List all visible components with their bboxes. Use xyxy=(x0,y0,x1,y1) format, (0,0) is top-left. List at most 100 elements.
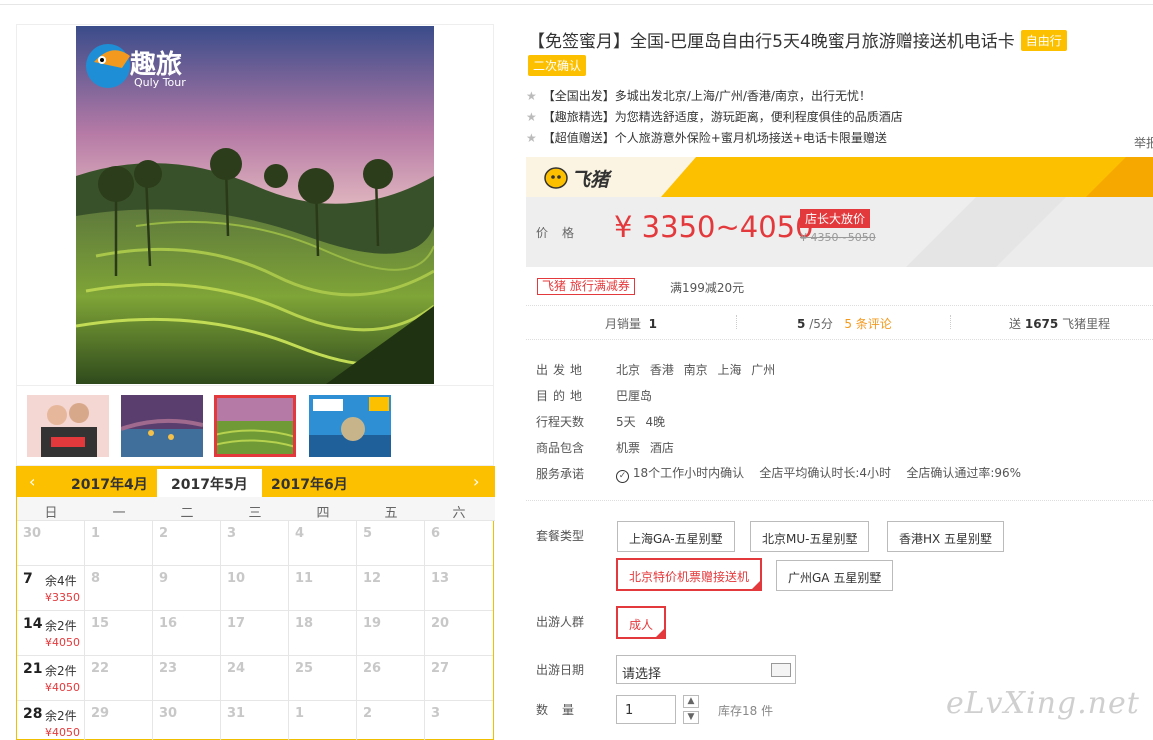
package-label: 套餐类型 xyxy=(536,529,585,543)
day-number: 6 xyxy=(431,526,441,541)
day-price: ¥3350 xyxy=(45,591,80,604)
service-item: 全店平均确认时长:4小时 xyxy=(759,466,892,480)
calendar-day-cell[interactable]: 21 余2件 ¥4050 xyxy=(17,656,85,701)
day-number: 14 xyxy=(23,616,43,632)
package-option-guangzhou-ga[interactable]: 广州GA 五星别墅 xyxy=(776,560,894,591)
calendar-day-cell: 24 xyxy=(221,656,289,701)
rating-suffix: /5分 xyxy=(809,317,833,331)
month-tab-apr[interactable]: 2017年4月 xyxy=(71,474,148,494)
calendar-day-cell: 17 xyxy=(221,611,289,656)
package-option-beijing-special[interactable]: 北京特价机票赠接送机 xyxy=(616,558,763,591)
thumbnail-bali-poster[interactable] xyxy=(309,395,391,457)
fliggy-logo-text: 飞猪 xyxy=(571,169,610,191)
day-number: 31 xyxy=(227,706,246,721)
thumbnail-couple[interactable] xyxy=(27,395,109,457)
calendar-day-cell: 12 xyxy=(357,566,425,611)
day-number: 22 xyxy=(91,661,110,676)
calendar-day-cell: 20 xyxy=(425,611,493,656)
miles-suffix: 飞猪里程 xyxy=(1062,317,1111,331)
weekday-label: 五 xyxy=(384,506,398,521)
day-number: 12 xyxy=(363,571,382,586)
travel-date-input[interactable]: 请选择 xyxy=(616,655,796,684)
day-number: 24 xyxy=(227,661,246,676)
day-number: 17 xyxy=(227,616,246,631)
calendar-day-cell: 26 xyxy=(357,656,425,701)
day-number: 30 xyxy=(159,706,178,721)
feature-key: 【趣旅精选】 xyxy=(542,110,615,124)
calendar-day-cell: 10 xyxy=(221,566,289,611)
day-stock: 余2件 xyxy=(45,664,77,678)
calendar-day-cell[interactable]: 14 余2件 ¥4050 xyxy=(17,611,85,656)
thumbnail-rice-terraces[interactable] xyxy=(214,395,296,457)
day-number: 1 xyxy=(295,706,305,721)
calendar-day-cell: 2 xyxy=(153,521,221,566)
date-label: 出游日期 xyxy=(536,663,585,677)
package-option-shanghai-ga[interactable]: 上海GA-五星别墅 xyxy=(617,521,735,552)
original-price: ¥ 4350~5050 xyxy=(800,231,876,244)
next-month-icon[interactable]: › xyxy=(473,472,479,491)
free-travel-tag: 自由行 xyxy=(1020,30,1067,51)
day-number: 3 xyxy=(431,706,441,721)
day-number: 2 xyxy=(363,706,373,721)
weekday-row: 日一二三四五六 xyxy=(17,497,495,521)
stock-text: 库存18 件 xyxy=(718,704,774,718)
thumbnail-resort-pool[interactable] xyxy=(121,395,203,457)
crowd-label: 出游人群 xyxy=(536,615,585,629)
calendar-day-cell: 31 xyxy=(221,701,289,740)
package-option-beijing-mu[interactable]: 北京MU-五星别墅 xyxy=(750,521,870,552)
day-number: 4 xyxy=(295,526,305,541)
feature-line-3: ★ 【超值赠送】个人旅游意外保险+蜜月机场接送+电话卡限量赠送 xyxy=(526,129,887,146)
quantity-up-icon[interactable]: ▲ xyxy=(683,695,699,708)
includes-value: 机票 酒店 xyxy=(616,441,674,455)
star-icon: ★ xyxy=(526,131,537,145)
quantity-input[interactable]: 1 xyxy=(616,695,676,724)
check-circle-icon: ✓ xyxy=(616,470,629,483)
day-number: 16 xyxy=(159,616,178,631)
weekday-label: 六 xyxy=(452,506,466,521)
coupon-tag[interactable]: 飞猪 旅行满减券 xyxy=(537,278,635,295)
day-number: 28 xyxy=(23,706,43,722)
service-item: 18个工作小时内确认 xyxy=(632,466,745,480)
feature-key: 【超值赠送】 xyxy=(542,131,615,145)
crowd-option-adult[interactable]: 成人 xyxy=(616,606,667,639)
day-stock: 余2件 xyxy=(45,709,77,723)
package-option-hongkong-hx[interactable]: 香港HX 五星别墅 xyxy=(887,521,1005,552)
calendar-day-cell: 4 xyxy=(289,521,357,566)
prev-month-icon[interactable]: ‹ xyxy=(29,472,35,491)
calendar-day-cell: 1 xyxy=(289,701,357,740)
month-tab-jun[interactable]: 2017年6月 xyxy=(271,474,348,494)
destination-label: 目的地 xyxy=(536,389,588,403)
day-number: 21 xyxy=(23,661,43,677)
calendar-day-cell: 18 xyxy=(289,611,357,656)
calendar-day-cell: 2 xyxy=(357,701,425,740)
day-number: 10 xyxy=(227,571,246,586)
miles: 送 1675 飞猪里程 xyxy=(1009,315,1110,332)
calendar-header: ‹ 2017年4月 2017年5月 2017年6月 › xyxy=(17,466,495,497)
report-link[interactable]: 举报 xyxy=(1134,134,1153,151)
day-stock: 余4件 xyxy=(45,574,77,588)
feature-value: 个人旅游意外保险+蜜月机场接送+电话卡限量赠送 xyxy=(614,131,887,145)
calendar-day-cell[interactable]: 28 余2件 ¥4050 xyxy=(17,701,85,740)
month-tab-may[interactable]: 2017年5月 xyxy=(157,469,262,497)
thumbnail-strip xyxy=(16,386,494,466)
departure-value: 北京 香港 南京 上海 广州 xyxy=(616,363,776,377)
service-item: 全店确认通过率:96% xyxy=(906,466,1022,480)
calendar-day-cell: 9 xyxy=(153,566,221,611)
watermark: eLvXing.net xyxy=(946,686,1140,721)
calendar-day-cell: 30 xyxy=(153,701,221,740)
miles-value: 1675 xyxy=(1024,317,1059,331)
feature-value: 多城出发北京/上海/广州/香港/南京，出行无忧！ xyxy=(614,89,871,103)
day-number: 27 xyxy=(431,661,450,676)
day-number: 26 xyxy=(363,661,382,676)
quantity-down-icon[interactable]: ▼ xyxy=(683,711,699,724)
star-icon: ★ xyxy=(526,110,537,124)
calendar-icon[interactable] xyxy=(771,663,791,677)
star-icon: ★ xyxy=(526,89,537,103)
reviews-link[interactable]: 5 条评论 xyxy=(844,317,891,331)
stats-bar: 月销量 1 5 /5分 5 条评论 送 1675 飞猪里程 xyxy=(526,305,1153,340)
calendar-day-cell[interactable]: 7 余4件 ¥3350 xyxy=(17,566,85,611)
calendar-day-cell: 8 xyxy=(85,566,153,611)
calendar-day-cell: 25 xyxy=(289,656,357,701)
weekday-label: 三 xyxy=(248,506,262,521)
service-items: ✓ 18个工作小时内确认 全店平均确认时长:4小时 全店确认通过率:96% xyxy=(616,464,1021,483)
